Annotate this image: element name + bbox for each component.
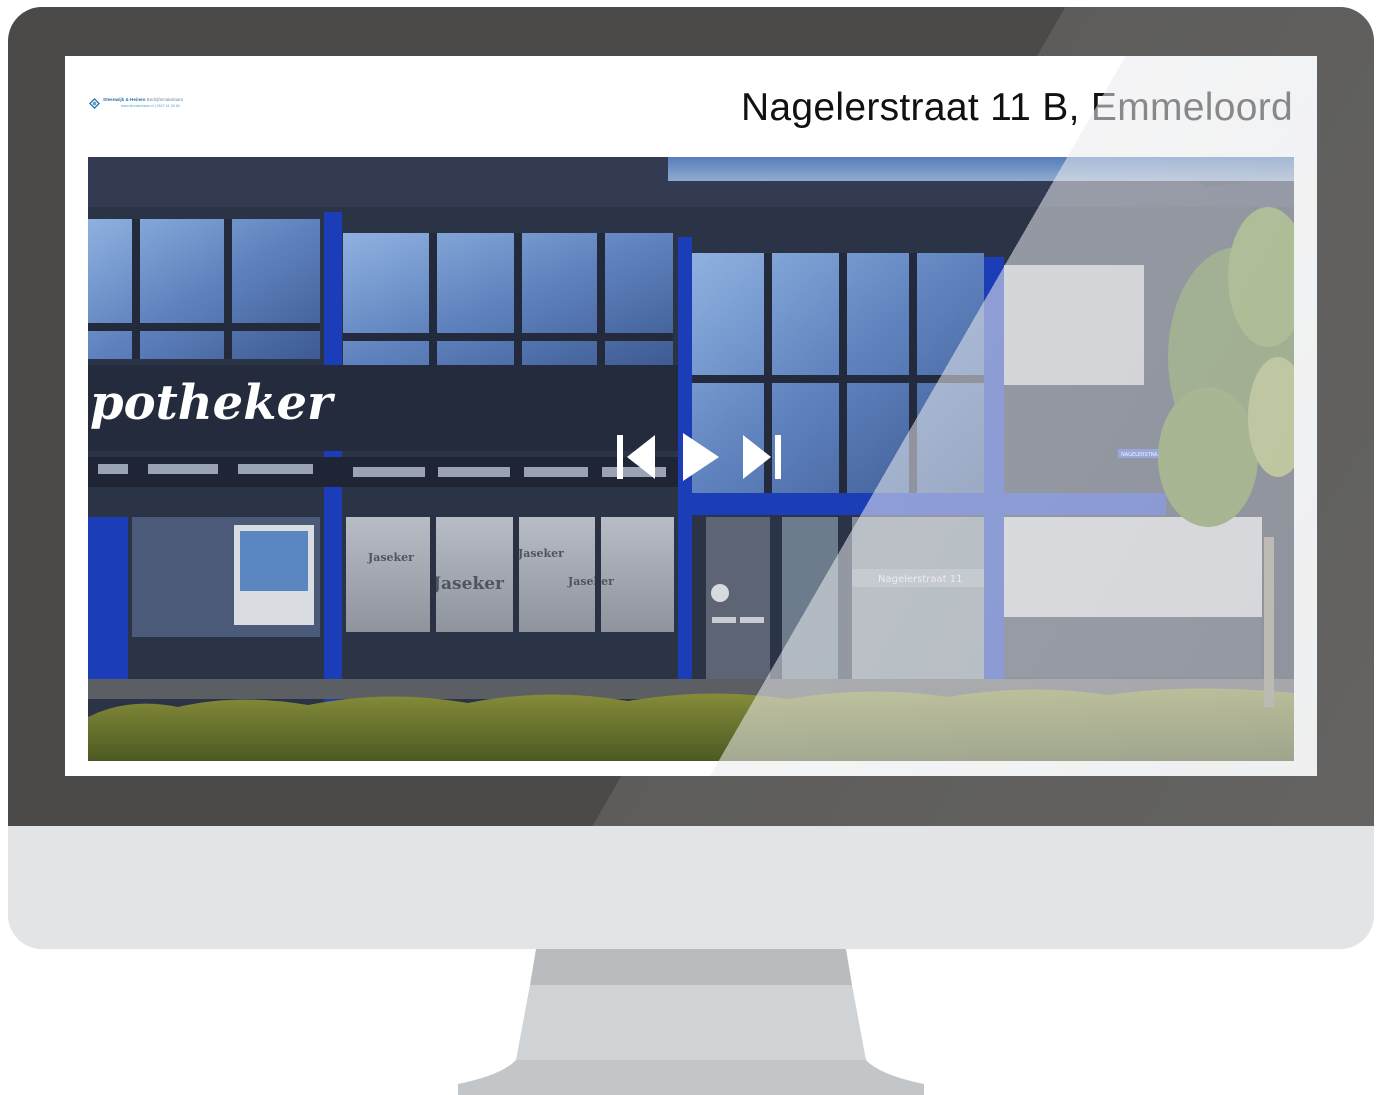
logo-contact: www.shmakelaars.nl | 0527 61 38 68	[121, 103, 180, 108]
skip-previous-icon[interactable]	[615, 432, 657, 482]
slide-title: Nagelerstraat 11 B, Emmeloord	[740, 86, 1293, 129]
slideshow-controls	[615, 432, 785, 482]
company-logo: Steenwijk & Heinen Bedrijfsmakelaars www…	[89, 97, 239, 118]
slide-screen: Steenwijk & Heinen Bedrijfsmakelaars www…	[65, 56, 1317, 776]
skip-next-icon[interactable]	[741, 432, 783, 482]
svg-text:Jaseker: Jaseker	[517, 547, 564, 560]
door-lettering: Nagelerstraat 11	[878, 574, 962, 585]
logo-name: Steenwijk & Heinen Bedrijfsmakelaars	[103, 97, 184, 102]
svg-text:Jaseker: Jaseker	[431, 574, 505, 594]
logo-name-suffix: Bedrijfsmakelaars	[146, 97, 184, 102]
logo-mark-icon	[89, 98, 100, 109]
svg-text:Jaseker: Jaseker	[567, 575, 614, 588]
play-icon[interactable]	[681, 432, 721, 482]
apotheker-sign: potheker	[90, 375, 336, 431]
svg-text:Jaseker: Jaseker	[367, 551, 414, 564]
